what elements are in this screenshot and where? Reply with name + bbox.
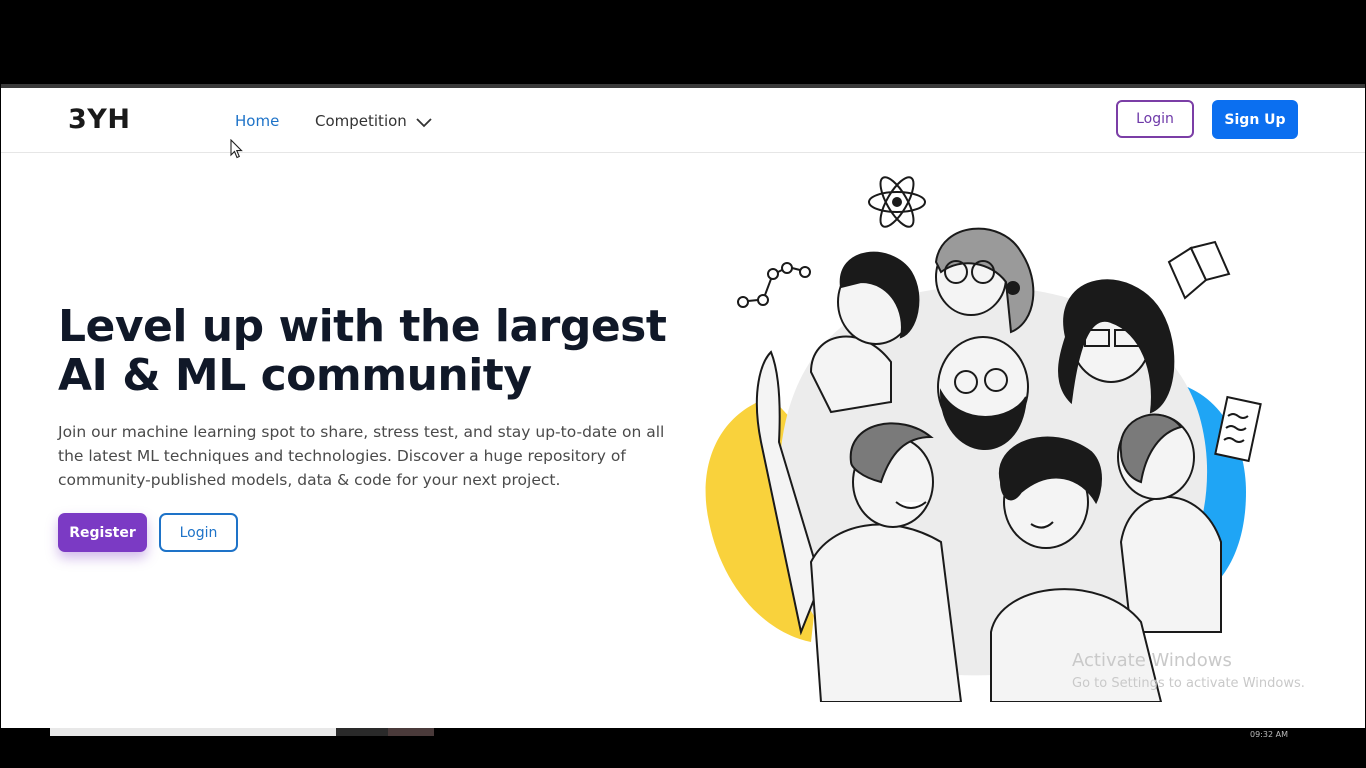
book-icon [1167,240,1231,300]
browser-viewport: 3YH Home Competition Login Sign Up Level… [1,84,1365,728]
molecule-icon [737,262,811,308]
taskbar-item[interactable] [50,728,336,736]
taskbar: 09:32 AM [0,728,1366,768]
hero-title-line-2: AI & ML community [58,350,532,401]
hero-description: Join our machine learning spot to share,… [58,423,665,489]
hero-title-line-1: Level up with the largest [58,301,667,352]
hero-login-button[interactable]: Login [159,513,238,552]
paper-icon [1214,395,1262,463]
mouse-cursor-icon [230,139,243,159]
nav-link-competition-label: Competition [315,112,407,130]
community-illustration [705,176,1262,702]
site-logo[interactable]: 3YH [68,104,130,135]
signup-button[interactable]: Sign Up [1212,100,1298,139]
hero-title: Level up with the largest AI & ML commun… [58,302,698,400]
chevron-down-icon [416,118,432,128]
windows-activation-subtitle: Go to Settings to activate Windows. [1072,676,1305,691]
taskbar-item[interactable] [388,728,434,736]
register-button[interactable]: Register [58,513,147,552]
taskbar-clock[interactable]: 09:32 AM [1250,730,1288,739]
nav-link-competition[interactable]: Competition [315,112,432,130]
taskbar-item[interactable] [336,728,388,736]
navbar: 3YH Home Competition Login Sign Up [1,88,1365,153]
atom-icon [868,176,926,228]
windows-activation-title: Activate Windows [1072,650,1232,671]
login-button[interactable]: Login [1116,100,1194,138]
nav-link-home[interactable]: Home [235,112,279,130]
